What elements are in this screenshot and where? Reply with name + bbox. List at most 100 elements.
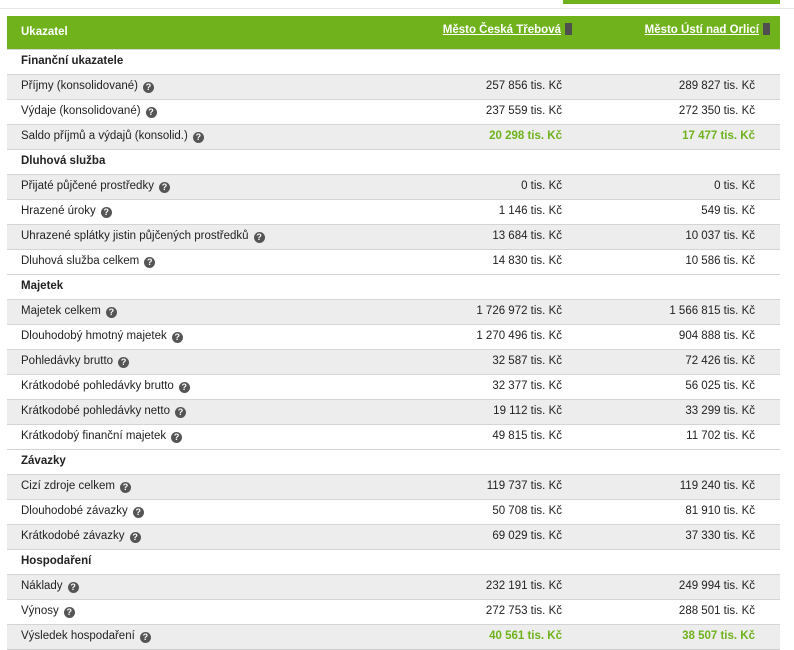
table-row: Cizí zdroje celkem? 119 737 tis. Kč 119 24… <box>7 474 780 499</box>
value-city-b: 56 025 tis. Kč <box>685 380 755 392</box>
row-label: Dlouhodobé závazky? <box>21 505 144 518</box>
value-city-b: 17 477 tis. Kč <box>682 130 755 142</box>
row-label-text: Majetek celkem <box>21 305 101 317</box>
value-city-a: 1 270 496 tis. Kč <box>476 330 562 342</box>
section-header: Majetek <box>7 274 780 299</box>
table-row: Uhrazené splátky jistin půjčených prostř… <box>7 224 780 249</box>
question-circle-icon[interactable]: ? <box>139 632 151 643</box>
value-city-b: 33 299 tis. Kč <box>685 405 755 417</box>
value-city-a: 40 561 tis. Kč <box>489 630 562 642</box>
table-row: Krátkodobé závazky? 69 029 tis. Kč 37 330 … <box>7 524 780 549</box>
value-city-a: 32 377 tis. Kč <box>492 380 562 392</box>
row-label-text: Krátkodobé pohledávky netto <box>21 405 170 417</box>
row-label-text: Přijaté půjčené prostředky <box>21 180 154 192</box>
row-label: Dlouhodobý hmotný majetek? <box>21 330 183 343</box>
value-city-a: 119 737 tis. Kč <box>486 480 562 492</box>
table-header: Ukazatel Město Česká Třebová Město Ústí … <box>7 16 780 49</box>
row-label: Krátkodobé pohledávky brutto? <box>21 380 190 393</box>
top-divider <box>0 8 794 9</box>
table-row: Dluhová služba celkem? 14 830 tis. Kč 10 5… <box>7 249 780 274</box>
table-row: Dlouhodobý hmotný majetek? 1 270 496 tis.… <box>7 324 780 349</box>
row-label-text: Výdaje (konsolidované) <box>21 105 141 117</box>
value-city-a: 0 tis. Kč <box>521 180 562 192</box>
value-city-a: 69 029 tis. Kč <box>492 530 562 542</box>
section-header: Závazky <box>7 449 780 474</box>
table-row: Výsledek hospodaření? 40 561 tis. Kč 38 50… <box>7 624 780 649</box>
question-circle-icon[interactable]: ? <box>119 482 131 493</box>
value-city-a: 13 684 tis. Kč <box>492 230 562 242</box>
row-label-text: Krátkodobé závazky <box>21 530 125 542</box>
row-label-text: Výsledek hospodaření <box>21 630 135 642</box>
row-label-text: Cizí zdroje celkem <box>21 480 115 492</box>
value-city-b: 249 994 tis. Kč <box>678 580 755 592</box>
row-label: Hrazené úroky? <box>21 205 112 218</box>
question-circle-icon[interactable]: ? <box>105 307 117 318</box>
row-label: Krátkodobý finanční majetek? <box>21 430 183 443</box>
value-city-b: 0 tis. Kč <box>714 180 755 192</box>
question-circle-icon[interactable]: ? <box>63 607 75 618</box>
question-circle-icon[interactable]: ? <box>192 132 204 143</box>
row-label: Uhrazené splátky jistin půjčených prostř… <box>21 230 265 243</box>
row-label-text: Hrazené úroky <box>21 205 96 217</box>
value-city-b: 72 426 tis. Kč <box>685 355 755 367</box>
value-city-b: 37 330 tis. Kč <box>685 530 755 542</box>
row-label: Krátkodobé pohledávky netto? <box>21 405 186 418</box>
question-circle-icon[interactable]: ? <box>118 357 130 368</box>
question-circle-icon[interactable]: ? <box>132 507 144 518</box>
value-city-a: 50 708 tis. Kč <box>492 505 562 517</box>
section-title: Finanční ukazatele <box>21 55 124 67</box>
question-circle-icon[interactable]: ? <box>144 257 156 268</box>
value-city-a: 272 753 tis. Kč <box>485 605 562 617</box>
question-circle-icon[interactable]: ? <box>145 107 157 118</box>
header-city-a: Město Česká Třebová <box>443 23 572 36</box>
table-row: Krátkodobé pohledávky netto? 19 112 tis. … <box>7 399 780 424</box>
row-label: Krátkodobé závazky? <box>21 530 141 543</box>
city-a-link[interactable]: Město Česká Třebová <box>443 24 561 36</box>
value-city-a: 32 587 tis. Kč <box>492 355 562 367</box>
value-city-b: 81 910 tis. Kč <box>685 505 755 517</box>
row-label: Dluhová služba celkem? <box>21 255 156 268</box>
question-circle-icon[interactable]: ? <box>178 382 190 393</box>
table-row: Dlouhodobé závazky? 50 708 tis. Kč 81 910 … <box>7 499 780 524</box>
value-city-b: 289 827 tis. Kč <box>678 80 755 92</box>
question-circle-icon[interactable]: ? <box>171 332 183 343</box>
table-row: Krátkodobý finanční majetek? 49 815 tis. … <box>7 424 780 449</box>
row-label: Přijaté půjčené prostředky? <box>21 180 170 193</box>
value-city-a: 49 815 tis. Kč <box>492 430 562 442</box>
value-city-b: 1 566 815 tis. Kč <box>669 305 755 317</box>
table-row: Příjmy (konsolidované)? 257 856 tis. Kč 28… <box>7 74 780 99</box>
active-tab-indicator <box>563 0 780 4</box>
question-circle-icon[interactable]: ? <box>100 207 112 218</box>
table-body: Finanční ukazatele Příjmy (konsolidované)… <box>7 49 780 649</box>
question-circle-icon[interactable]: ? <box>253 232 265 243</box>
row-label: Výdaje (konsolidované)? <box>21 105 157 118</box>
question-circle-icon[interactable]: ? <box>142 82 154 93</box>
table-row: Přijaté půjčené prostředky? 0 tis. Kč 0 ti… <box>7 174 780 199</box>
question-circle-icon[interactable]: ? <box>158 182 170 193</box>
comparison-table: Ukazatel Město Česká Třebová Město Ústí … <box>7 16 780 650</box>
table-row: Náklady? 232 191 tis. Kč 249 994 tis. Kč <box>7 574 780 599</box>
row-label-text: Dlouhodobé závazky <box>21 505 128 517</box>
row-label-text: Příjmy (konsolidované) <box>21 80 138 92</box>
city-b-link[interactable]: Město Ústí nad Orlicí <box>645 24 759 36</box>
value-city-a: 14 830 tis. Kč <box>492 255 562 267</box>
row-label: Saldo příjmů a výdajů (konsolid.)? <box>21 130 204 143</box>
row-label: Výsledek hospodaření? <box>21 630 151 643</box>
section-header: Dluhová služba <box>7 149 780 174</box>
question-circle-icon[interactable]: ? <box>67 582 79 593</box>
value-city-b: 119 240 tis. Kč <box>679 480 755 492</box>
top-strip <box>0 0 794 10</box>
value-city-b: 11 702 tis. Kč <box>686 430 755 442</box>
question-circle-icon[interactable]: ? <box>171 432 183 443</box>
row-label-text: Výnosy <box>21 605 59 617</box>
table-row: Saldo příjmů a výdajů (konsolid.)? 20 298… <box>7 124 780 149</box>
value-city-b: 38 507 tis. Kč <box>682 630 755 642</box>
trash-icon[interactable] <box>565 23 572 35</box>
section-header: Hospodaření <box>7 549 780 574</box>
question-circle-icon[interactable]: ? <box>174 407 186 418</box>
question-circle-icon[interactable]: ? <box>129 532 141 543</box>
row-label: Náklady? <box>21 580 79 593</box>
section-title: Závazky <box>21 455 66 467</box>
trash-icon[interactable] <box>763 23 770 35</box>
row-label-text: Dluhová služba celkem <box>21 255 140 267</box>
